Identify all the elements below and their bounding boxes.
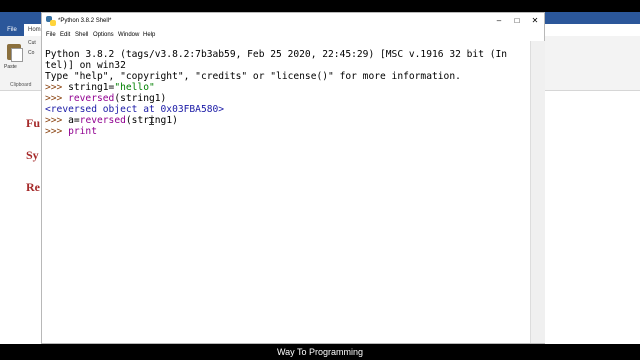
- menu-shell[interactable]: Shell: [75, 29, 88, 41]
- shell-line: >>> reversed(string1): [45, 93, 530, 104]
- shell-token: a=: [68, 115, 80, 126]
- doc-heading-1: Fu: [26, 116, 41, 130]
- top-letterbox: [0, 0, 640, 12]
- shell-token: Python 3.8.2 (tags/v3.8.2:7b3ab59, Feb 2…: [45, 49, 508, 60]
- shell-line: Python 3.8.2 (tags/v3.8.2:7b3ab59, Feb 2…: [45, 49, 530, 60]
- shell-token: >>>: [45, 115, 69, 126]
- python-icon: [46, 16, 56, 26]
- shell-token: reversed: [68, 93, 115, 104]
- shell-line: >>> a=reversed(string1): [45, 115, 530, 126]
- vertical-scrollbar[interactable]: [530, 41, 545, 343]
- shell-token: >>>: [45, 93, 69, 104]
- doc-heading-2: Sy: [26, 148, 39, 162]
- shell-token: "hello": [114, 82, 155, 93]
- menu-help[interactable]: Help: [143, 29, 155, 41]
- menu-edit[interactable]: Edit: [60, 29, 70, 41]
- shell-line: tel)] on win32: [45, 60, 530, 71]
- shell-token: reversed: [79, 115, 126, 126]
- shell-line: >>> string1="hello": [45, 82, 530, 93]
- shell-line: >>> print: [45, 126, 530, 137]
- cut-label[interactable]: Cut: [28, 40, 36, 46]
- shell-token: <reversed object at 0x03FBA580>: [45, 104, 225, 115]
- shell-token: Type "help", "copyright", "credits" or "…: [45, 71, 461, 82]
- menubar: File Edit Shell Options Window Help: [42, 29, 544, 41]
- copy-label[interactable]: Co: [28, 50, 34, 56]
- shell-token: tel)] on win32: [45, 60, 126, 71]
- word-file-tab[interactable]: File: [0, 24, 24, 36]
- close-button[interactable]: ✕: [524, 13, 546, 29]
- shell-line: <reversed object at 0x03FBA580>: [45, 104, 530, 115]
- titlebar: *Python 3.8.2 Shell* – □ ✕: [42, 13, 544, 29]
- shell-token: string1=: [68, 82, 115, 93]
- text-cursor-icon: [149, 117, 154, 125]
- menu-options[interactable]: Options: [93, 29, 114, 41]
- paste-label: Paste: [4, 64, 17, 70]
- shell-token: print: [68, 126, 97, 137]
- shell-token: >>>: [45, 126, 69, 137]
- shell-token: >>>: [45, 82, 69, 93]
- shell-text-area[interactable]: Python 3.8.2 (tags/v3.8.2:7b3ab59, Feb 2…: [42, 41, 530, 343]
- doc-heading-3: Re: [26, 180, 40, 194]
- menu-file[interactable]: File: [46, 29, 56, 41]
- clipboard-group-label: Clipboard: [10, 82, 32, 88]
- shell-line: Type "help", "copyright", "credits" or "…: [45, 71, 530, 82]
- shell-token: (string1): [114, 93, 167, 104]
- window-title: *Python 3.8.2 Shell*: [58, 18, 112, 24]
- video-caption: Way To Programming: [276, 347, 364, 357]
- menu-window[interactable]: Window: [118, 29, 139, 41]
- idle-shell-window: *Python 3.8.2 Shell* – □ ✕ File Edit She…: [41, 12, 545, 344]
